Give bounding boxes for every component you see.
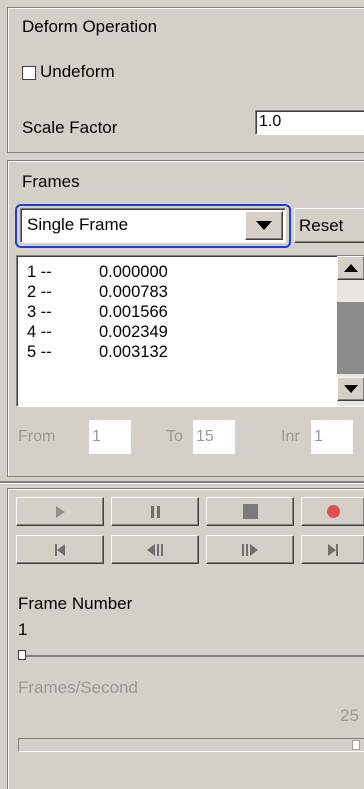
arrow-down-icon: [344, 385, 358, 393]
list-item[interactable]: 3 -- 0.001566: [27, 302, 168, 322]
frame-number-label: Frame Number: [18, 594, 133, 613]
step-back-button[interactable]: [111, 535, 199, 564]
scale-factor-input[interactable]: 1.0: [255, 110, 364, 135]
deform-operation-title: Deform Operation: [22, 17, 158, 36]
record-button[interactable]: [301, 497, 364, 526]
list-item[interactable]: 4 -- 0.002349: [27, 322, 168, 342]
skip-to-end-icon: [328, 543, 338, 556]
frames-title: Frames: [22, 172, 80, 191]
from-input[interactable]: 1: [89, 420, 131, 454]
stop-icon: [242, 504, 258, 519]
list-item[interactable]: 1 -- 0.000000: [27, 262, 168, 282]
undeform-checkbox[interactable]: [22, 66, 36, 80]
step-back-icon: [147, 543, 163, 556]
last-frame-button[interactable]: [301, 535, 364, 564]
frame-mode-dropdown[interactable]: Single Frame: [20, 208, 286, 243]
reset-button[interactable]: Reset: [294, 208, 364, 243]
scroll-thumb[interactable]: [337, 302, 364, 374]
inr-label: Inr: [281, 428, 300, 445]
undeform-label: Undeform: [40, 62, 115, 81]
frame-list[interactable]: 1 -- 0.000000 2 -- 0.000783 3 -- 0.001566 4…: [16, 255, 364, 407]
stop-button[interactable]: [206, 497, 294, 526]
frame-list-scrollbar[interactable]: [337, 256, 364, 406]
step-forward-icon: [242, 543, 258, 556]
step-forward-button[interactable]: [206, 535, 294, 564]
scroll-down-button[interactable]: [337, 377, 364, 401]
frames-per-second-label: Frames/Second: [18, 678, 138, 697]
arrow-up-icon: [344, 264, 358, 272]
scale-factor-label: Scale Factor: [22, 118, 118, 137]
list-item[interactable]: 2 -- 0.000783: [27, 282, 168, 302]
first-frame-button[interactable]: [16, 535, 104, 564]
frame-slider-thumb[interactable]: [18, 650, 26, 660]
inr-input[interactable]: 1: [311, 420, 353, 454]
skip-to-start-icon: [55, 543, 65, 556]
scroll-up-button[interactable]: [337, 256, 364, 280]
dropdown-arrow-button[interactable]: [245, 211, 283, 240]
section-divider: [0, 481, 364, 484]
reset-button-label: Reset: [299, 216, 344, 235]
list-item[interactable]: 5 -- 0.003132: [27, 342, 168, 362]
frame-mode-selected-value: Single Frame: [27, 215, 129, 234]
to-label: To: [166, 428, 183, 445]
record-icon: [326, 505, 340, 518]
to-input[interactable]: 15: [193, 420, 235, 454]
frame-number-value: 1: [18, 620, 28, 639]
play-button[interactable]: [16, 497, 104, 526]
pause-icon: [150, 505, 160, 518]
frame-slider-track[interactable]: [18, 655, 364, 657]
from-label: From: [18, 428, 56, 445]
pause-button[interactable]: [111, 497, 199, 526]
play-icon: [55, 505, 65, 518]
fps-slider-thumb[interactable]: [352, 740, 360, 750]
fps-slider-track[interactable]: [18, 738, 364, 752]
chevron-down-icon: [256, 221, 272, 230]
frames-per-second-value: 25: [340, 706, 359, 725]
